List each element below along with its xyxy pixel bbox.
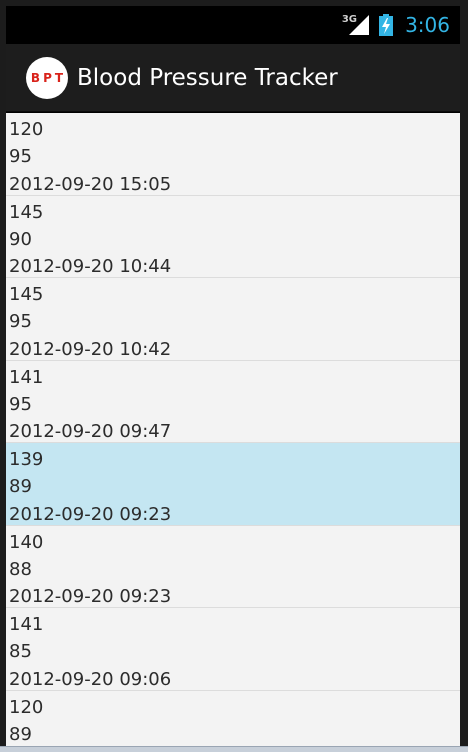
signal-icon bbox=[349, 15, 370, 35]
app-title: Blood Pressure Tracker bbox=[77, 64, 338, 91]
action-bar: BPT Blood Pressure Tracker bbox=[6, 44, 460, 112]
app-logo-icon[interactable]: BPT bbox=[26, 56, 68, 99]
diastolic-value: 89 bbox=[9, 723, 32, 745]
list-item-selected[interactable]: 139 89 2012-09-20 09:23 bbox=[6, 443, 460, 526]
diastolic-value: 88 bbox=[9, 558, 32, 580]
status-clock: 3:06 bbox=[405, 13, 450, 37]
systolic-value: 120 bbox=[9, 119, 44, 140]
host-taskbar bbox=[0, 746, 468, 752]
systolic-value: 139 bbox=[9, 449, 44, 470]
list-item[interactable]: 120 95 2012-09-20 15:05 bbox=[6, 113, 460, 196]
diastolic-value: 85 bbox=[9, 641, 32, 663]
list-item[interactable]: 145 95 2012-09-20 10:42 bbox=[6, 278, 460, 361]
list-item[interactable]: 141 85 2012-09-20 09:06 bbox=[6, 608, 460, 691]
list-item[interactable]: 141 95 2012-09-20 09:47 bbox=[6, 361, 460, 443]
list-item[interactable]: 120 89 bbox=[6, 691, 460, 752]
diastolic-value: 89 bbox=[9, 476, 32, 498]
diastolic-value: 95 bbox=[9, 311, 32, 333]
systolic-value: 141 bbox=[9, 614, 44, 635]
systolic-value: 145 bbox=[9, 284, 44, 305]
device-screen: 3G 3:06 BPT Blood Pressure Tracker 120 9… bbox=[6, 6, 460, 752]
battery-charging-icon bbox=[379, 14, 394, 36]
systolic-value: 140 bbox=[9, 531, 44, 553]
systolic-value: 141 bbox=[9, 366, 44, 388]
diastolic-value: 95 bbox=[9, 393, 32, 415]
list-item[interactable]: 140 88 2012-09-20 09:23 bbox=[6, 526, 460, 608]
diastolic-value: 95 bbox=[9, 146, 32, 168]
readings-list[interactable]: 120 95 2012-09-20 15:05 145 90 2012-09-2… bbox=[6, 113, 460, 752]
list-item[interactable]: 145 90 2012-09-20 10:44 bbox=[6, 196, 460, 278]
systolic-value: 120 bbox=[9, 696, 44, 718]
emulator-frame: 3G 3:06 BPT Blood Pressure Tracker 120 9… bbox=[0, 0, 468, 752]
status-bar: 3G 3:06 bbox=[6, 6, 460, 44]
diastolic-value: 90 bbox=[9, 228, 32, 250]
status-icons: 3:06 bbox=[347, 6, 450, 44]
systolic-value: 145 bbox=[9, 201, 44, 223]
